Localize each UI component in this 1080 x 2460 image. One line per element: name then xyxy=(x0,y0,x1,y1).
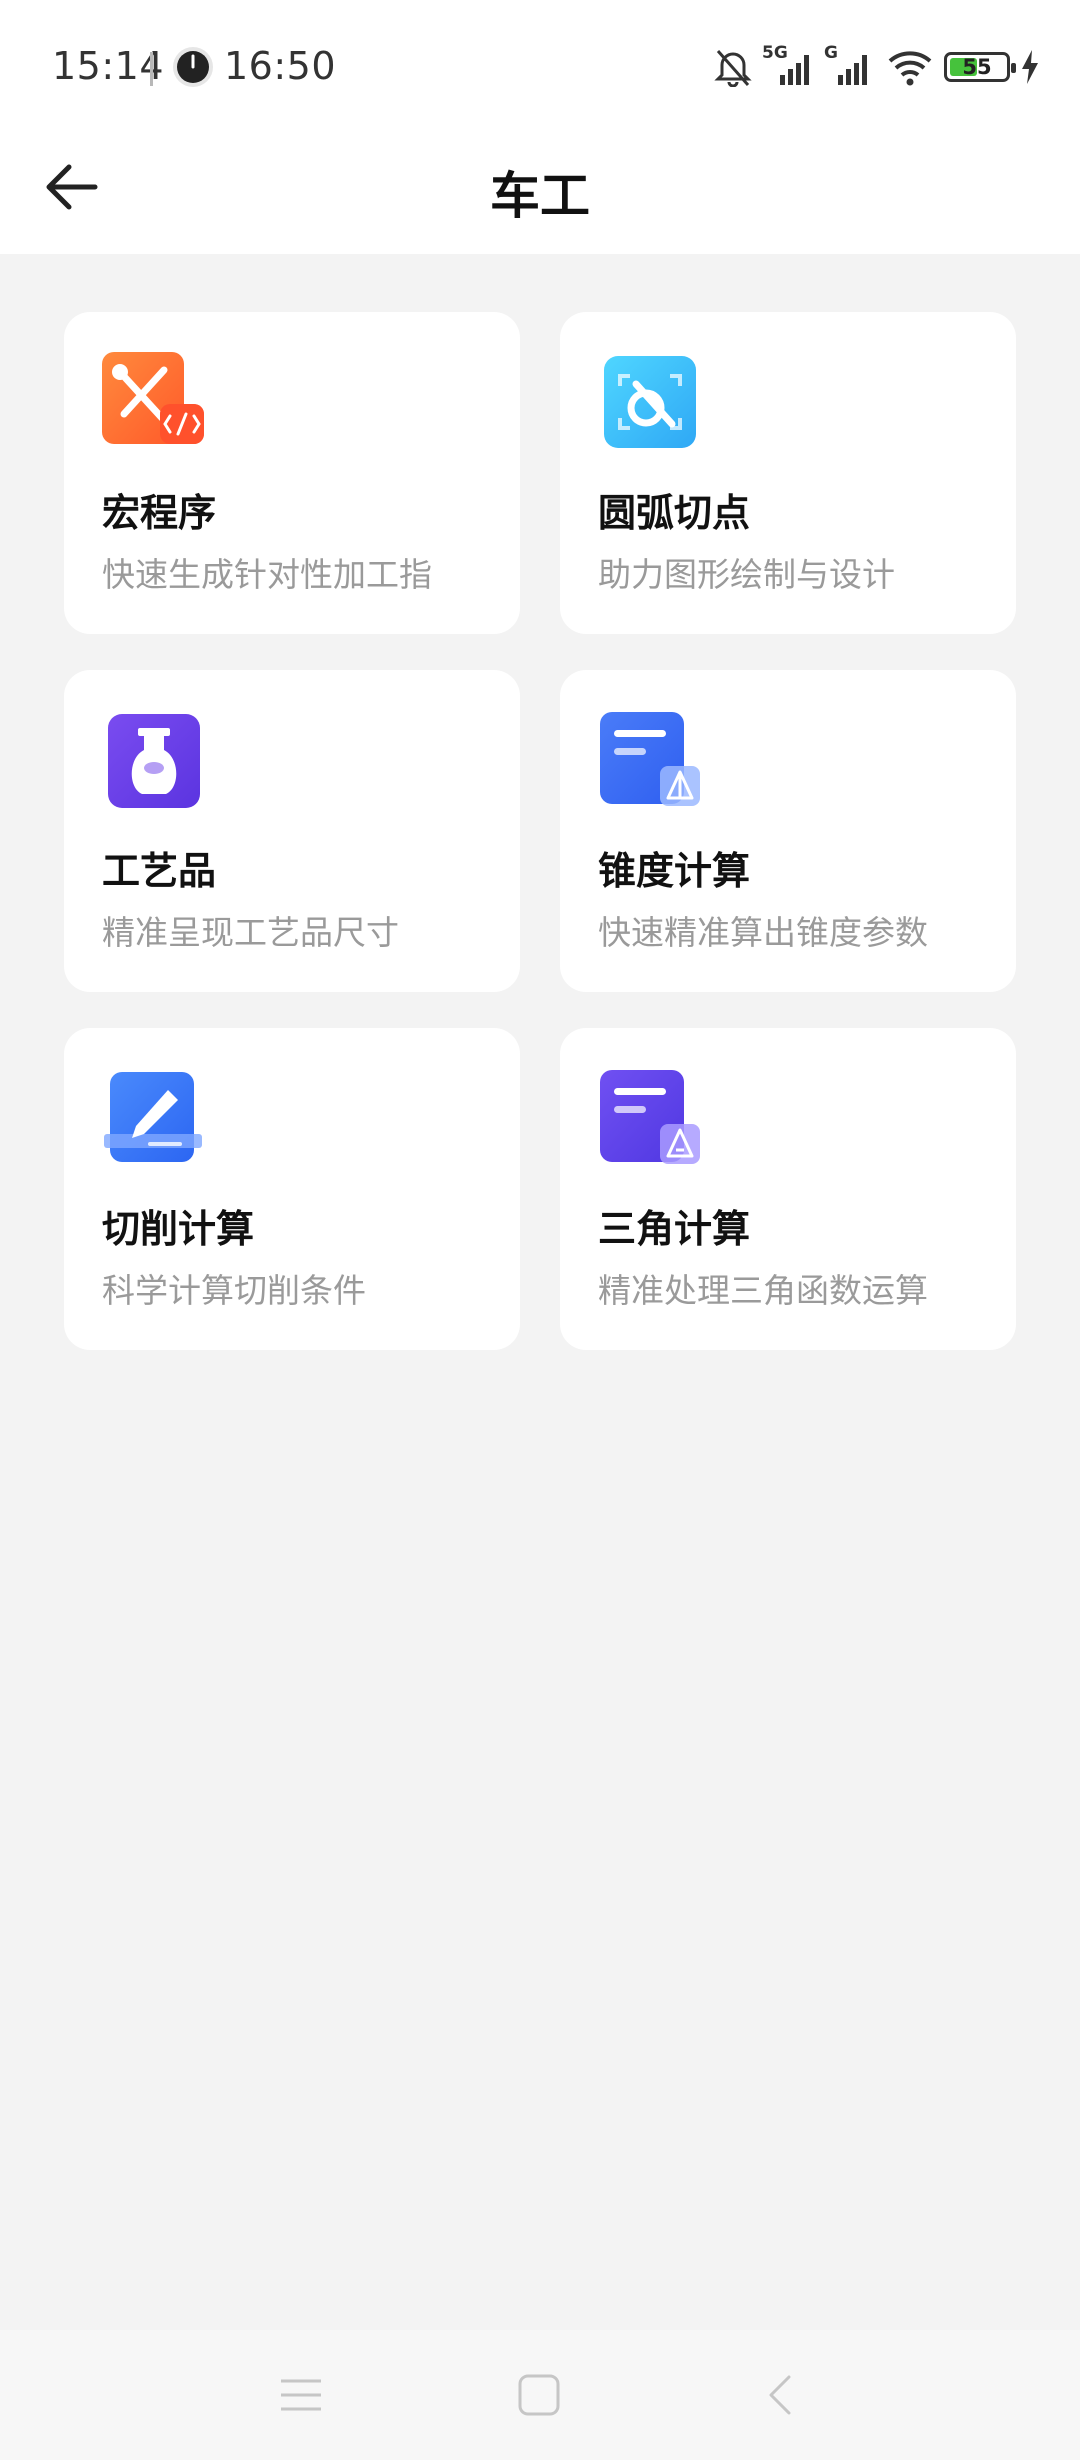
tool-card-title: 三角计算 xyxy=(598,1207,751,1251)
triangle-doc-icon xyxy=(600,1070,700,1164)
status-secondary-time: 16:50 xyxy=(224,44,337,88)
square-home-icon xyxy=(518,2374,560,2416)
charging-bolt-icon xyxy=(1022,50,1038,84)
status-time: 15:14 xyxy=(52,44,165,88)
cutting-pen-icon xyxy=(104,1072,202,1162)
tool-card-description: 精准呈现工艺品尺寸 xyxy=(102,913,399,952)
tool-card-description: 快速生成针对性加工指 xyxy=(102,555,432,594)
battery-cap xyxy=(1011,63,1016,73)
signal-5g-icon: 5G xyxy=(762,43,814,87)
tool-card-description: 科学计算切削条件 xyxy=(102,1271,366,1310)
tool-card-description: 助力图形绘制与设计 xyxy=(598,555,895,594)
battery-level: 55 xyxy=(962,55,992,79)
recent-apps-button[interactable] xyxy=(266,2360,336,2430)
arc-tangent-icon xyxy=(604,356,696,448)
signal-g-icon: G xyxy=(824,43,876,87)
tool-card-title: 工艺品 xyxy=(102,849,217,893)
tool-card-macro-program[interactable]: 宏程序 快速生成针对性加工指 xyxy=(64,312,520,634)
taper-doc-icon xyxy=(600,712,700,806)
menu-lines-icon xyxy=(281,2379,321,2411)
tool-card-title: 锥度计算 xyxy=(598,849,751,893)
tool-card-cutting-calculation[interactable]: 切削计算 科学计算切削条件 xyxy=(64,1028,520,1350)
status-icons: 5G G 55 xyxy=(714,43,1040,90)
wrench-code-icon xyxy=(102,352,204,444)
app-header: 车工 xyxy=(0,130,1080,254)
battery-icon: 55 xyxy=(944,52,1016,82)
tool-card-title: 切削计算 xyxy=(102,1207,255,1251)
tool-grid: 宏程序 快速生成针对性加工指 圆弧切点 助力图形绘制与设计 工艺品 精准呈现工艺… xyxy=(64,312,1016,1350)
status-separator xyxy=(150,52,153,86)
bell-muted-icon xyxy=(714,50,752,87)
clock-icon xyxy=(173,47,213,87)
status-bar: 15:14 16:50 5G G 55 xyxy=(0,0,1080,130)
page-title: 车工 xyxy=(490,167,590,225)
tool-card-description: 快速精准算出锥度参数 xyxy=(598,913,928,952)
app-screen: 15:14 16:50 5G G 55 车工 宏程序 快速生成针对性加工指 圆弧… xyxy=(0,0,1080,2460)
tool-card-description: 精准处理三角函数运算 xyxy=(598,1271,928,1310)
wifi-icon xyxy=(888,51,932,86)
system-nav-bar xyxy=(0,2330,1080,2460)
tool-card-arc-tangent[interactable]: 圆弧切点 助力图形绘制与设计 xyxy=(560,312,1016,634)
vase-icon xyxy=(108,714,200,808)
home-button[interactable] xyxy=(504,2360,574,2430)
system-back-button[interactable] xyxy=(744,2360,814,2430)
tool-card-taper-calculation[interactable]: 锥度计算 快速精准算出锥度参数 xyxy=(560,670,1016,992)
tool-card-handicraft[interactable]: 工艺品 精准呈现工艺品尺寸 xyxy=(64,670,520,992)
tool-card-triangle-calculation[interactable]: 三角计算 精准处理三角函数运算 xyxy=(560,1028,1016,1350)
chevron-left-icon xyxy=(769,2375,791,2415)
tool-card-title: 圆弧切点 xyxy=(598,491,751,535)
tool-card-title: 宏程序 xyxy=(102,491,217,535)
